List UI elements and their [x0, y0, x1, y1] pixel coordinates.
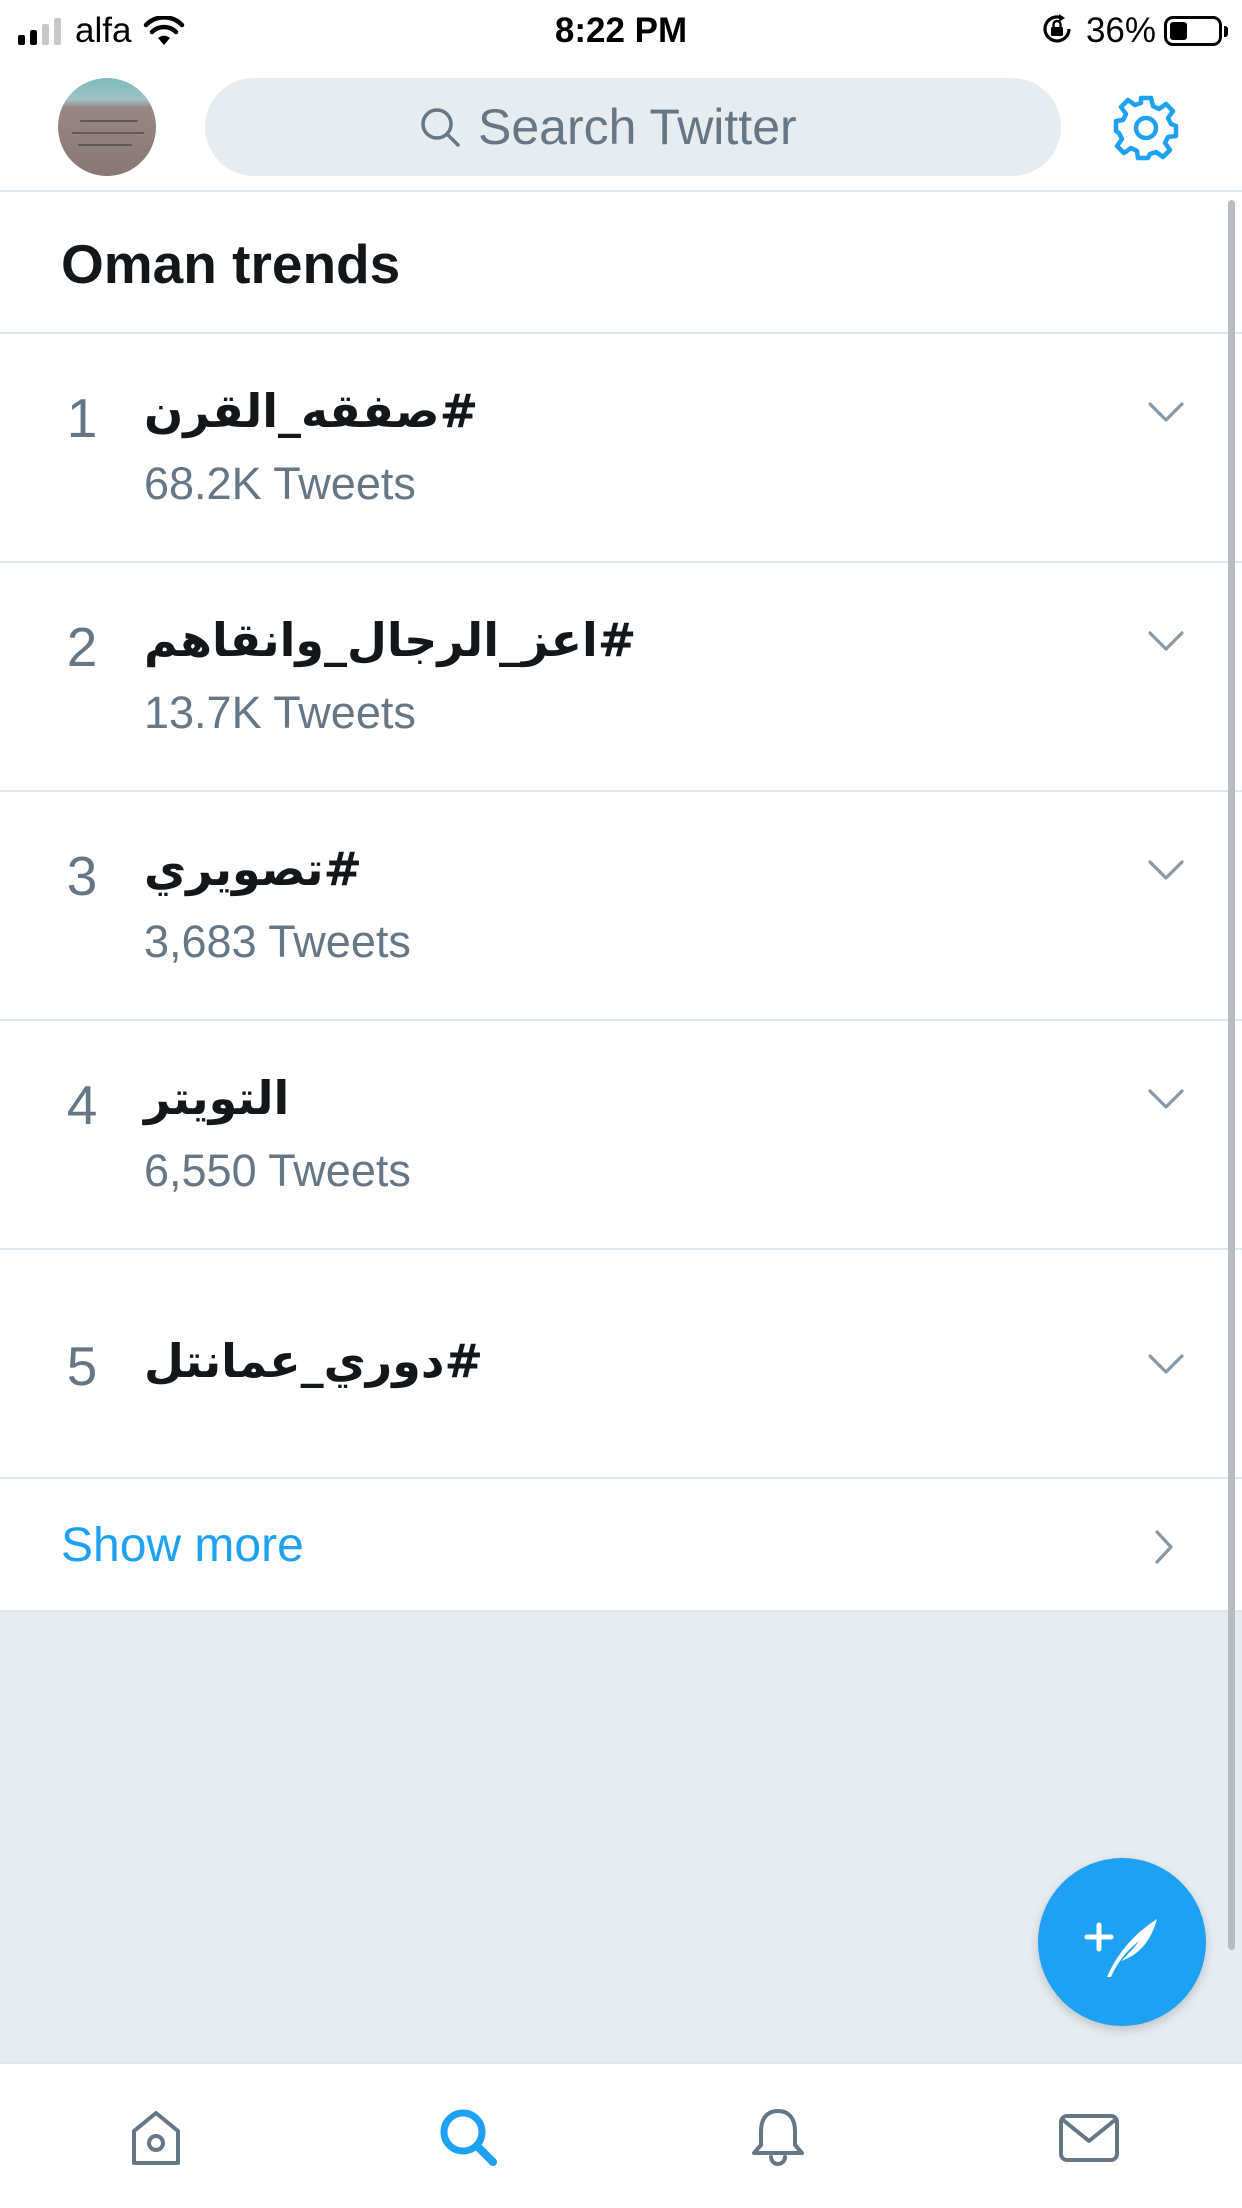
search-icon — [418, 105, 462, 149]
trend-rank: 2 — [66, 616, 98, 678]
avatar[interactable] — [58, 78, 156, 176]
chevron-right-icon — [1155, 1530, 1173, 1564]
trend-item[interactable]: 4 التويتر 6,550 Tweets — [0, 1021, 1242, 1250]
chevron-down-icon[interactable] — [1146, 856, 1186, 884]
home-icon — [132, 2111, 180, 2165]
tab-search[interactable] — [408, 2064, 528, 2208]
page-title: Oman trends — [61, 233, 401, 295]
trend-item[interactable]: 2 #اعز_الرجال_وانقاهم 13.7K Tweets — [0, 563, 1242, 792]
top-nav — [0, 62, 1242, 192]
trend-rank: 5 — [66, 1335, 98, 1397]
search-icon — [440, 2109, 497, 2166]
trends-header: Oman trends — [0, 192, 1242, 334]
compose-tweet-button[interactable] — [1038, 1858, 1206, 2026]
chevron-down-icon[interactable] — [1146, 398, 1186, 426]
trend-name: التويتر — [144, 1071, 290, 1125]
chevron-down-icon[interactable] — [1146, 1350, 1186, 1378]
bell-icon — [752, 2109, 804, 2166]
trend-item[interactable]: 3 #تصويري 3,683 Tweets — [0, 792, 1242, 1021]
tab-notifications[interactable] — [718, 2064, 838, 2208]
tab-messages[interactable] — [1029, 2064, 1149, 2208]
trend-name: #اعز_الرجال_وانقاهم — [144, 613, 637, 667]
scrollbar[interactable] — [1228, 200, 1235, 1950]
trend-name: #تصويري — [144, 842, 363, 896]
show-more-label: Show more — [61, 1519, 304, 1572]
show-more-link[interactable]: Show more — [0, 1480, 1242, 1612]
trend-item[interactable]: 5 #دوري_عمانتل — [0, 1250, 1242, 1479]
trend-rank: 4 — [66, 1074, 98, 1136]
tab-home[interactable] — [96, 2064, 216, 2208]
trend-tweet-count: 68.2K Tweets — [144, 458, 416, 509]
search-input[interactable] — [478, 98, 848, 156]
battery-icon — [1164, 16, 1228, 46]
chevron-down-icon[interactable] — [1146, 1085, 1186, 1113]
status-bar: alfa 8:22 PM 36% — [0, 0, 1242, 62]
trend-tweet-count: 3,683 Tweets — [144, 916, 411, 967]
orientation-lock-icon — [1040, 12, 1074, 51]
chevron-down-icon[interactable] — [1146, 627, 1186, 655]
gear-icon[interactable] — [1110, 92, 1182, 164]
battery-percent: 36% — [1085, 11, 1156, 50]
trend-item[interactable]: 1 #صفقه_القرن 68.2K Tweets — [0, 334, 1242, 563]
compose-icon — [1084, 1919, 1157, 1977]
trend-rank: 1 — [66, 387, 98, 449]
trend-tweet-count: 13.7K Tweets — [144, 687, 416, 738]
mail-icon — [1059, 2114, 1119, 2162]
trend-name: #صفقه_القرن — [144, 384, 479, 438]
tab-bar — [0, 2062, 1242, 2208]
trend-rank: 3 — [66, 845, 98, 907]
search-bar[interactable] — [205, 78, 1061, 176]
trend-tweet-count: 6,550 Tweets — [144, 1145, 411, 1196]
trend-name: #دوري_عمانتل — [144, 1334, 484, 1388]
